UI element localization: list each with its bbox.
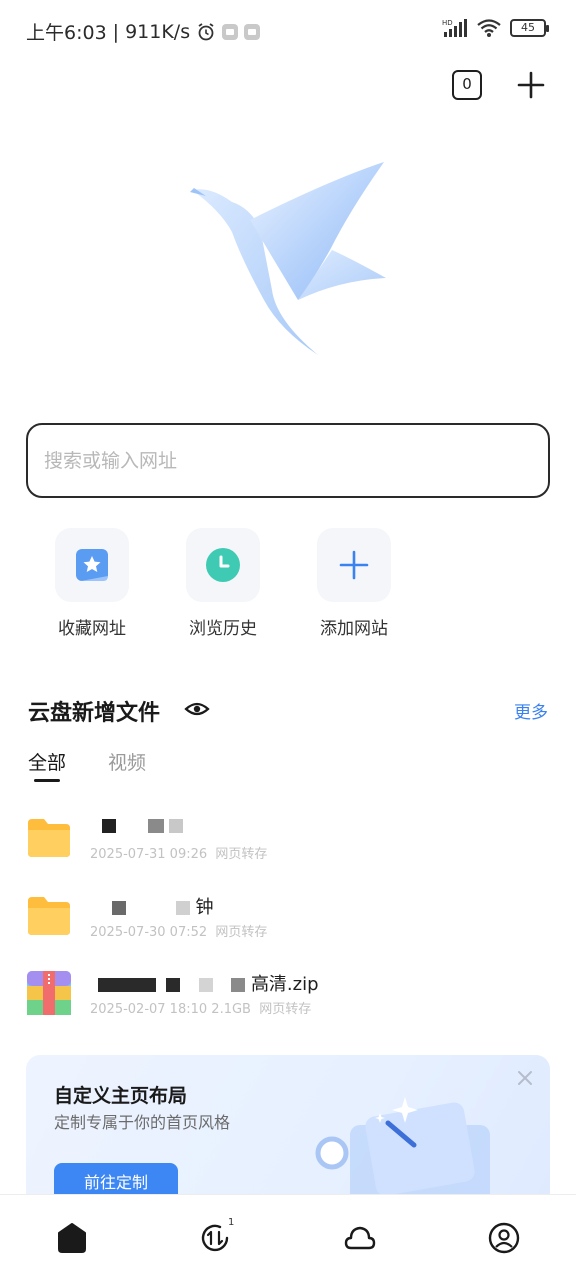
search-input[interactable]	[44, 449, 532, 472]
file-date: 2025-07-31 09:26	[90, 847, 208, 862]
file-date: 2025-07-30 07:52	[90, 925, 208, 940]
file-source: 网页转存	[215, 847, 268, 862]
file-row[interactable]: 钟 2025-07-30 07:52 网页转存	[26, 893, 550, 953]
bottom-nav: 1	[0, 1194, 576, 1280]
file-source: 网页转存	[215, 925, 268, 940]
signal-icon: HD	[442, 19, 467, 37]
file-meta: 2025-07-30 07:52 网页转存	[90, 921, 267, 940]
alarm-icon	[198, 22, 214, 40]
profile-icon[interactable]	[487, 1221, 521, 1255]
folder-icon	[28, 897, 70, 935]
shortcut-label: 添加网站	[320, 619, 388, 639]
redacted-block	[231, 978, 246, 992]
transfer-icon[interactable]	[198, 1221, 232, 1255]
notification-icon	[222, 23, 239, 40]
status-left: 上午6:03 | 911K/s	[26, 18, 261, 45]
message-icon	[244, 23, 261, 40]
shortcut-add-site[interactable]: 添加网站	[304, 528, 404, 639]
tab-active-indicator	[34, 779, 60, 782]
tab-video[interactable]: 视频	[108, 748, 146, 775]
tab-all[interactable]: 全部	[28, 748, 66, 775]
shortcut-history[interactable]: 浏览历史	[173, 528, 273, 639]
bird-logo	[190, 162, 386, 355]
history-clock-icon	[206, 548, 240, 582]
shortcut-tile[interactable]	[55, 528, 129, 602]
redacted-block	[175, 901, 190, 915]
add-tab-icon[interactable]	[516, 70, 546, 100]
shortcut-bookmarks[interactable]: 收藏网址	[42, 528, 142, 639]
svg-text:HD: HD	[442, 19, 453, 27]
search-box[interactable]	[26, 423, 550, 498]
file-row[interactable]: 高清.zip 2025-02-07 18:10 2.1GB 网页转存	[26, 970, 550, 1030]
customize-title: 自定义主页布局	[54, 1085, 188, 1107]
redacted-block	[199, 978, 214, 992]
bookmark-star-icon	[76, 549, 108, 581]
customize-card: 自定义主页布局 定制专属于你的首页风格 前往定制	[26, 1055, 550, 1215]
tab-switcher-button[interactable]: 0	[452, 70, 482, 100]
file-date: 2025-02-07 18:10	[90, 1002, 208, 1017]
file-source: 网页转存	[259, 1002, 312, 1017]
file-meta: 2025-02-07 18:10 2.1GB 网页转存	[90, 998, 311, 1017]
status-net-speed: 911K/s	[125, 20, 191, 43]
cloud-section-title: 云盘新增文件	[28, 701, 161, 726]
redacted-block	[98, 978, 156, 992]
status-time: 上午6:03	[26, 22, 107, 44]
file-name	[90, 815, 184, 836]
file-meta: 2025-07-31 09:26 网页转存	[90, 843, 267, 862]
customize-subtitle: 定制专属于你的首页风格	[54, 1113, 231, 1132]
cloud-icon[interactable]	[343, 1221, 377, 1255]
file-name: 高清.zip	[90, 970, 319, 996]
plus-icon	[339, 550, 369, 580]
redacted-block	[102, 819, 116, 833]
redacted-block	[165, 978, 180, 992]
file-size: 2.1GB	[211, 1002, 251, 1017]
status-right: HD 45	[442, 18, 549, 38]
redacted-block	[112, 901, 126, 915]
transfer-badge: 1	[228, 1217, 235, 1228]
zip-archive-icon	[27, 971, 71, 1015]
file-name: 钟	[90, 893, 213, 919]
shortcut-tile[interactable]	[186, 528, 260, 602]
more-link[interactable]: 更多	[514, 698, 548, 723]
redacted-block	[147, 819, 164, 833]
file-row[interactable]: 2025-07-31 09:26 网页转存	[26, 815, 550, 875]
wifi-icon	[477, 19, 501, 37]
status-divider: |	[112, 20, 120, 43]
shortcut-label: 收藏网址	[58, 619, 126, 639]
shortcut-tile[interactable]	[317, 528, 391, 602]
eye-icon[interactable]	[184, 698, 210, 720]
redacted-block	[169, 819, 184, 833]
battery-icon: 45	[510, 19, 549, 37]
status-bar: 上午6:03 | 911K/s HD 45	[0, 0, 576, 60]
folder-icon	[28, 819, 70, 857]
close-icon[interactable]	[516, 1069, 534, 1087]
home-icon[interactable]	[55, 1221, 89, 1255]
shortcut-label: 浏览历史	[189, 619, 257, 639]
